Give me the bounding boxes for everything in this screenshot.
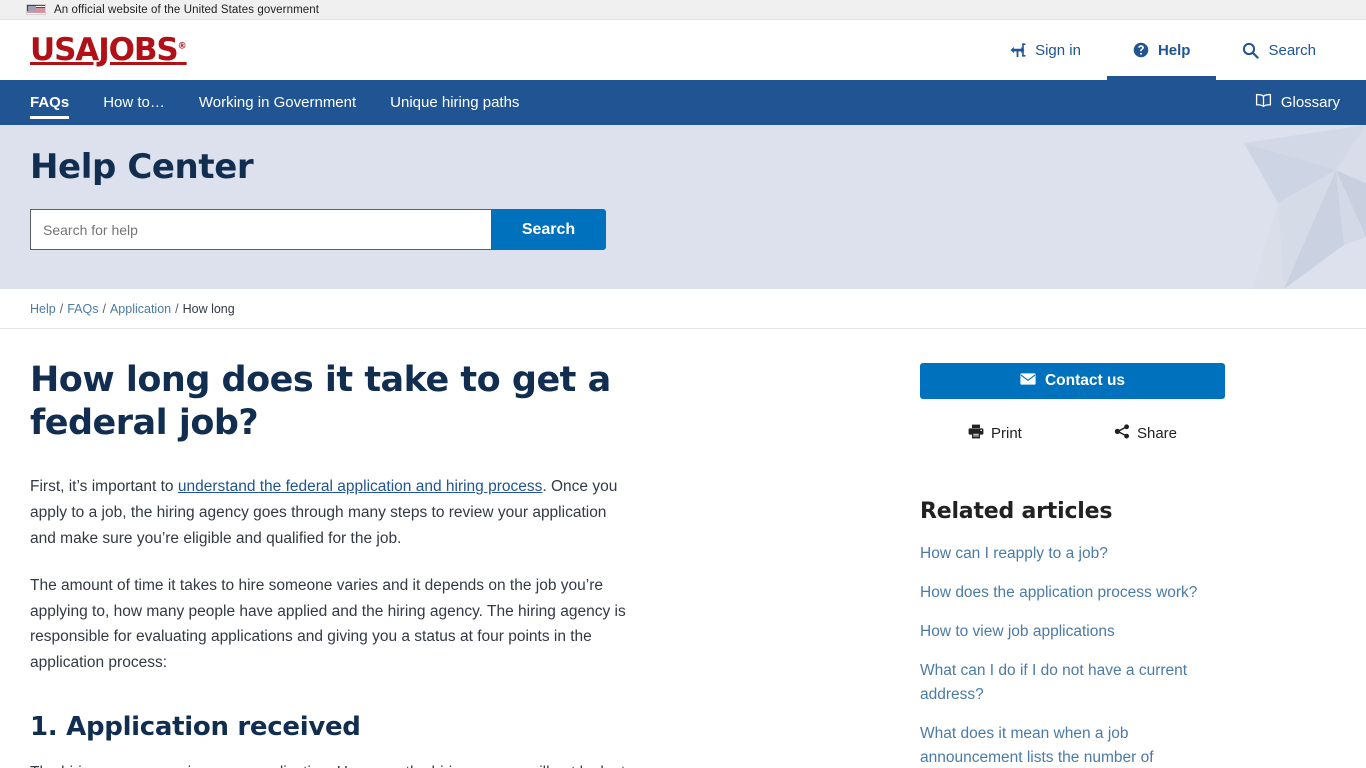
article-column: How long does it take to get a federal j… bbox=[30, 329, 650, 768]
magnifier-icon bbox=[1242, 42, 1260, 59]
header-link-sign-in[interactable]: Sign in bbox=[984, 20, 1107, 80]
breadcrumb-item-faqs[interactable]: FAQs bbox=[67, 302, 98, 316]
article-paragraph-2: The amount of time it takes to hire some… bbox=[30, 577, 626, 671]
header-link-label: Sign in bbox=[1035, 41, 1081, 59]
header-link-help[interactable]: Help bbox=[1106, 20, 1217, 80]
nav-item-how-to[interactable]: How to… bbox=[103, 80, 165, 125]
site-header: USAJOBS® Sign in Help Search bbox=[0, 20, 1366, 80]
header-nav: Sign in Help Search bbox=[984, 20, 1366, 80]
hiring-process-link[interactable]: understand the federal application and h… bbox=[178, 478, 543, 495]
primary-nav-right: Glossary bbox=[1255, 80, 1340, 125]
envelope-icon bbox=[1020, 372, 1036, 390]
breadcrumb-separator: / bbox=[102, 301, 106, 316]
help-search-form: Search bbox=[30, 209, 606, 250]
section-paragraph-application-received: The hiring agency receives your applicat… bbox=[30, 760, 630, 768]
related-article-link[interactable]: How can I reapply to a job? bbox=[920, 542, 1225, 566]
hero-section: Help Center Search bbox=[0, 125, 1366, 289]
print-button[interactable]: Print bbox=[968, 424, 1022, 443]
gov-banner: An official website of the United States… bbox=[0, 0, 1366, 20]
usajobs-logo-text: USAJOBS bbox=[30, 31, 179, 68]
contact-us-button[interactable]: Contact us bbox=[920, 363, 1225, 399]
usajobs-logo[interactable]: USAJOBS® bbox=[30, 31, 187, 68]
article-title: How long does it take to get a federal j… bbox=[30, 360, 611, 443]
nav-item-label: FAQs bbox=[30, 94, 70, 111]
header-link-label: Help bbox=[1157, 41, 1191, 59]
share-button[interactable]: Share bbox=[1114, 424, 1177, 443]
breadcrumb-separator: / bbox=[175, 301, 179, 316]
primary-nav: FAQs How to… Working in Government Uniqu… bbox=[0, 80, 1366, 125]
printer-icon bbox=[968, 424, 984, 443]
related-article-link[interactable]: How to view job applications bbox=[920, 620, 1225, 644]
nav-item-unique-hiring-paths[interactable]: Unique hiring paths bbox=[390, 80, 519, 125]
article-utilities: Print Share bbox=[920, 424, 1225, 443]
search-button[interactable]: Search bbox=[491, 209, 606, 250]
header-link-label: Search bbox=[1268, 41, 1316, 59]
breadcrumb-separator: / bbox=[59, 301, 64, 316]
section-heading-application-received: 1. Application received bbox=[30, 711, 361, 742]
related-article-link[interactable]: How does the application process work? bbox=[920, 581, 1225, 605]
nav-item-label: How to… bbox=[103, 94, 165, 111]
gov-banner-text: An official website of the United States… bbox=[54, 3, 320, 16]
nav-item-label: Glossary bbox=[1280, 94, 1340, 111]
page-title: Help Center bbox=[30, 147, 254, 187]
related-articles-heading: Related articles bbox=[920, 499, 1113, 524]
nav-item-working-in-government[interactable]: Working in Government bbox=[199, 80, 356, 125]
breadcrumb: Help / FAQs / Application / How long bbox=[0, 289, 1366, 329]
breadcrumb-item-help[interactable]: Help bbox=[30, 302, 56, 316]
page-body: How long does it take to get a federal j… bbox=[0, 329, 1366, 768]
related-article-link[interactable]: What does it mean when a job announcemen… bbox=[920, 722, 1225, 768]
registered-mark: ® bbox=[177, 41, 187, 52]
contact-us-label: Contact us bbox=[1044, 372, 1126, 389]
sidebar: Contact us Print Share Related articles … bbox=[920, 329, 1225, 768]
print-label: Print bbox=[991, 425, 1022, 442]
header-link-search[interactable]: Search bbox=[1216, 20, 1342, 80]
share-nodes-icon bbox=[1114, 424, 1130, 443]
article-paragraph-1: First, it’s important to understand the … bbox=[30, 474, 630, 551]
breadcrumb-current: How long bbox=[182, 301, 235, 316]
us-flag-icon bbox=[26, 4, 46, 15]
related-article-link[interactable]: What can I do if I do not have a current… bbox=[920, 659, 1225, 707]
nav-item-label: Working in Government bbox=[198, 94, 357, 111]
sign-in-icon bbox=[1010, 42, 1026, 58]
nav-item-label: Unique hiring paths bbox=[390, 94, 520, 111]
nav-item-glossary[interactable]: Glossary bbox=[1255, 80, 1340, 125]
nav-item-faqs[interactable]: FAQs bbox=[30, 80, 70, 125]
paragraph-text: First, it’s important to bbox=[30, 478, 178, 496]
search-input[interactable] bbox=[30, 209, 491, 250]
breadcrumb-item-application[interactable]: Application bbox=[110, 302, 171, 316]
book-icon bbox=[1255, 93, 1272, 112]
share-label: Share bbox=[1136, 425, 1177, 442]
question-circle-icon bbox=[1133, 42, 1149, 58]
